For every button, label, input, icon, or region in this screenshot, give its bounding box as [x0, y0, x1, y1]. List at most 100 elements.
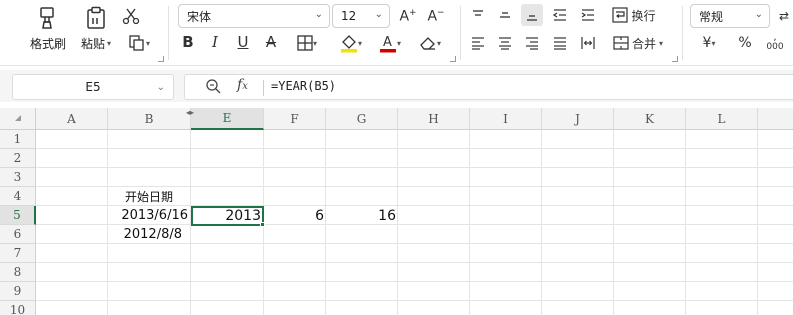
chevron-down-icon[interactable]: ▾ [313, 39, 317, 48]
chevron-down-icon[interactable]: ▾ [659, 39, 663, 48]
align-center-button[interactable] [494, 32, 516, 54]
justify-button[interactable] [549, 32, 571, 54]
font-name-value: 宋体 [187, 9, 212, 24]
align-left-button[interactable] [467, 32, 489, 54]
underline-button[interactable]: U [232, 31, 254, 53]
grid-line [685, 130, 686, 315]
spreadsheet-grid: A B E F G H I J K L ◂▸ 1 2 3 4 5 6 7 8 9… [0, 108, 793, 315]
paste-button[interactable]: 粘贴 ▾ [76, 4, 116, 52]
grid-line [613, 130, 614, 315]
increase-indent-button[interactable] [577, 4, 599, 26]
dialog-launcher-icon[interactable] [450, 56, 456, 62]
chevron-down-icon[interactable]: ▾ [437, 39, 441, 48]
column-header-f[interactable]: F [264, 108, 326, 130]
distributed-align-button[interactable] [577, 32, 599, 54]
cell-f5[interactable]: 6 [264, 206, 324, 225]
fx-icon[interactable]: fx [237, 77, 248, 93]
row-header-1[interactable]: 1 [0, 130, 36, 149]
row-header-7[interactable]: 7 [0, 244, 36, 263]
grid-line [469, 130, 470, 315]
column-header-k[interactable]: K [614, 108, 686, 130]
chevron-down-icon[interactable]: ⌄ [157, 82, 165, 93]
align-top-button[interactable] [467, 4, 489, 26]
grid-line [36, 148, 793, 149]
cell-b4[interactable]: 开始日期 [108, 187, 190, 206]
percent-button[interactable]: % [734, 32, 756, 54]
decrease-indent-button[interactable] [549, 4, 571, 26]
column-header-l[interactable]: L [686, 108, 758, 130]
clear-format-button[interactable]: ▾ [412, 31, 448, 55]
column-header-partial[interactable] [758, 108, 793, 130]
strikethrough-button[interactable]: A [260, 31, 282, 53]
decrease-font-size-button[interactable]: A− [425, 5, 447, 27]
column-header-i[interactable]: I [470, 108, 542, 130]
number-format-dropdown[interactable]: 常规 ⌄ [690, 4, 770, 28]
font-size-dropdown[interactable]: 12 ⌄ [332, 4, 390, 28]
cell-b5[interactable]: 2013/6/16 [108, 206, 188, 225]
grid-line [541, 130, 542, 315]
chevron-down-icon[interactable]: ▾ [358, 39, 362, 48]
formula-input-area[interactable]: fx =YEAR(B5) [184, 74, 793, 100]
copy-button[interactable]: ▾ [122, 32, 156, 54]
select-all-icon [15, 115, 21, 121]
ribbon-divider [460, 6, 461, 60]
fill-color-button[interactable]: ▾ [333, 31, 369, 55]
row-header-2[interactable]: 2 [0, 149, 36, 168]
border-button[interactable]: ▾ [290, 32, 324, 54]
thousands-symbol: 000 [766, 42, 784, 52]
chevron-down-icon: ⌄ [314, 9, 323, 20]
font-name-dropdown[interactable]: 宋体 ⌄ [178, 4, 330, 28]
align-bottom-button[interactable] [521, 4, 543, 26]
row-header-10[interactable]: 10 [0, 301, 36, 315]
column-header-b[interactable]: B [108, 108, 191, 130]
currency-symbol: ¥ [702, 35, 712, 51]
currency-button[interactable]: ¥ ▾ [694, 32, 724, 54]
row-header-8[interactable]: 8 [0, 263, 36, 282]
thousands-separator-button[interactable]: , 000 [762, 32, 788, 54]
font-color-button[interactable]: A ▾ [372, 31, 408, 55]
clipboard-icon [85, 4, 107, 30]
merge-cells-button[interactable]: 合并 ▾ [608, 32, 668, 54]
row-header-9[interactable]: 9 [0, 282, 36, 301]
row-header-5[interactable]: 5 [0, 206, 36, 225]
name-box[interactable]: E5 ⌄ [12, 74, 174, 100]
hidden-columns-marker-icon[interactable]: ◂▸ [186, 108, 194, 117]
column-header-h[interactable]: H [398, 108, 470, 130]
column-header-g[interactable]: G [326, 108, 398, 130]
indent-icon [581, 9, 594, 21]
chevron-down-icon[interactable]: ▾ [146, 39, 150, 48]
convert-button[interactable]: ⇄ [774, 4, 793, 28]
grid-line [397, 130, 398, 315]
italic-icon: I [212, 33, 218, 51]
cell-g5[interactable]: 16 [326, 206, 396, 225]
formula-text[interactable]: =YEAR(B5) [271, 79, 336, 93]
dialog-launcher-icon[interactable] [672, 56, 678, 62]
column-header-j[interactable]: J [542, 108, 614, 130]
column-header-a[interactable]: A [36, 108, 108, 130]
dialog-launcher-icon[interactable] [158, 56, 164, 62]
convert-icon: ⇄ [778, 9, 790, 23]
cell-b6[interactable]: 2012/8/8 [108, 225, 182, 244]
chevron-down-icon[interactable]: ▾ [107, 39, 111, 48]
zoom-icon[interactable] [205, 78, 221, 98]
bold-button[interactable]: B [177, 31, 199, 53]
cut-button[interactable] [120, 6, 142, 26]
align-right-button[interactable] [521, 32, 543, 54]
chevron-down-icon[interactable]: ▾ [711, 39, 715, 48]
row-header-3[interactable]: 3 [0, 168, 36, 187]
increase-font-size-button[interactable]: A+ [397, 5, 419, 27]
select-all-corner[interactable] [0, 108, 36, 130]
row-header-6[interactable]: 6 [0, 225, 36, 244]
formula-divider [263, 80, 264, 96]
row-header-4[interactable]: 4 [0, 187, 36, 206]
align-center-icon [499, 37, 511, 50]
fill-handle[interactable] [260, 222, 265, 227]
italic-button[interactable]: I [204, 31, 226, 53]
align-middle-button[interactable] [494, 4, 516, 26]
chevron-down-icon[interactable]: ▾ [397, 39, 401, 48]
wrap-text-button[interactable]: 换行 [608, 4, 660, 26]
format-painter-button[interactable]: 格式刷 [26, 4, 70, 52]
column-header-e[interactable]: E [191, 108, 264, 130]
number-format-value: 常规 [699, 9, 724, 24]
paint-bucket-icon [340, 35, 357, 53]
